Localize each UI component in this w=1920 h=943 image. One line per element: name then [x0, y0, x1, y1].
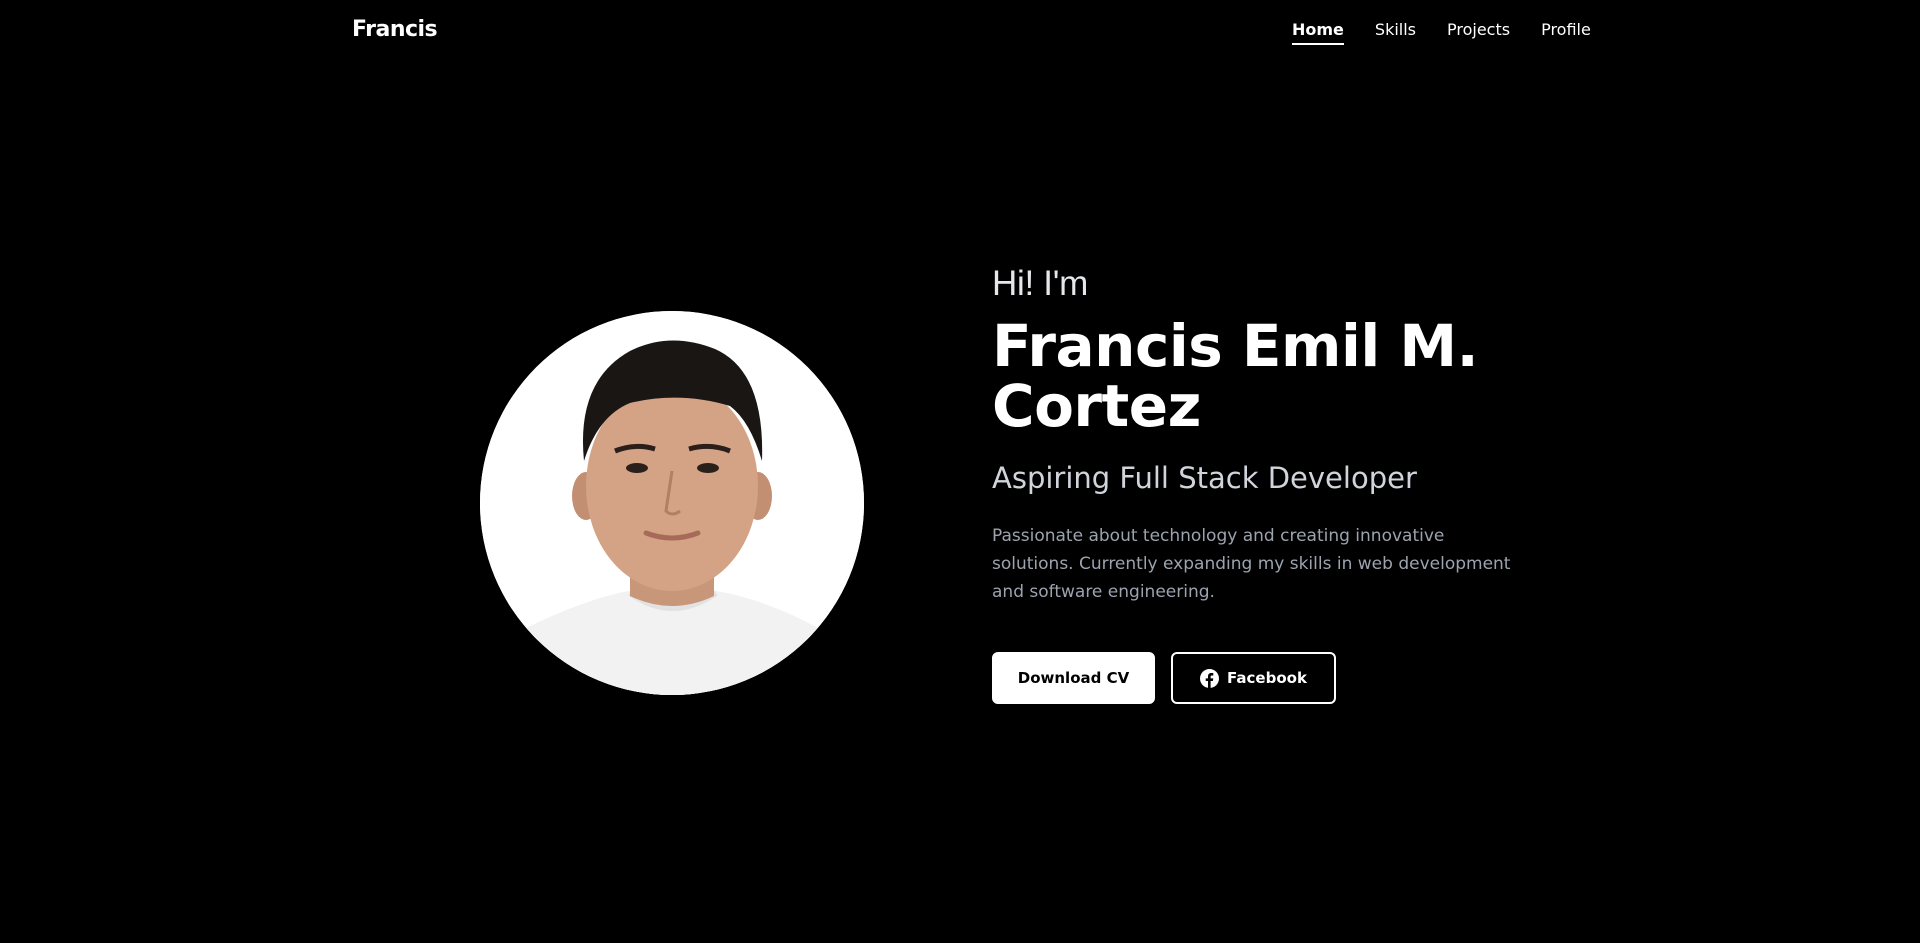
profile-photo — [480, 311, 864, 695]
nav-link-home[interactable]: Home — [1292, 20, 1344, 45]
hero-greeting: Hi! I'm — [992, 264, 1088, 303]
hero-name-line-2: Cortez — [992, 372, 1201, 440]
brand-logo[interactable]: Francis — [352, 17, 438, 42]
download-cv-label: Download CV — [1017, 669, 1130, 687]
hero-name-line-1: Francis Emil M. — [992, 312, 1479, 380]
nav-link-projects[interactable]: Projects — [1447, 20, 1510, 39]
hero-section: Hi! I'm Francis Emil M. Cortez Aspiring … — [992, 262, 1552, 704]
nav-link-skills[interactable]: Skills — [1375, 20, 1416, 39]
nav-links: Home Skills Projects Profile — [1292, 20, 1591, 45]
hero-name: Francis Emil M. Cortez — [992, 316, 1552, 436]
download-cv-button[interactable]: Download CV — [992, 652, 1155, 704]
facebook-label: Facebook — [1227, 669, 1307, 687]
facebook-icon — [1200, 668, 1220, 688]
hero-role: Aspiring Full Stack Developer — [992, 461, 1417, 495]
hero-actions: Download CV Facebook — [992, 652, 1552, 704]
nav-link-profile[interactable]: Profile — [1541, 20, 1591, 39]
navbar: Francis Home Skills Projects Profile — [0, 0, 1920, 62]
facebook-button[interactable]: Facebook — [1171, 652, 1336, 704]
hero-bio: Passionate about technology and creating… — [992, 526, 1511, 602]
